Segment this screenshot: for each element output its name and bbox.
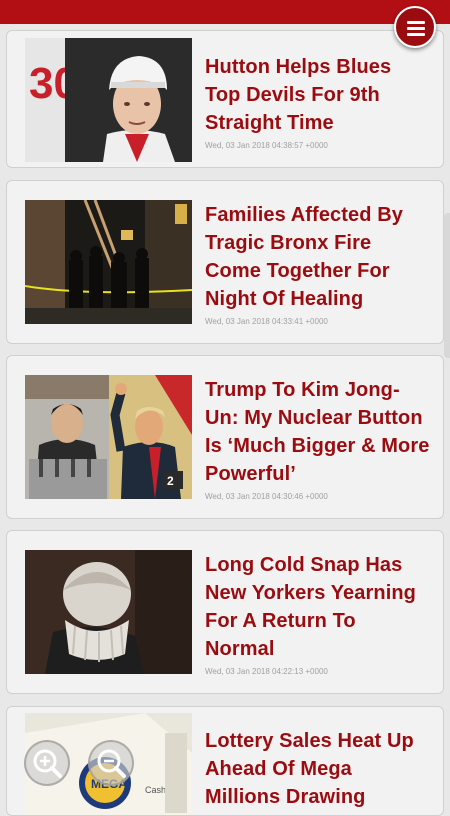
article-timestamp: Wed, 03 Jan 2018 04:22:13 +0000 — [205, 667, 328, 676]
article-title[interactable]: Long Cold Snap Has New Yorkers Yearning … — [205, 551, 430, 663]
article-timestamp: Wed, 03 Jan 2018 04:30:46 +0000 — [205, 492, 328, 501]
article-title[interactable]: Hutton Helps Blues Top Devils For 9th St… — [205, 53, 430, 137]
article-card[interactable]: Long Cold Snap Has New Yorkers Yearning … — [6, 530, 444, 694]
article-thumbnail-cold-snap[interactable] — [25, 550, 192, 674]
news-feed[interactable]: 30 Hutton Helps Blues Top Devils For 9th… — [0, 0, 450, 816]
article-thumbnail-kim-trump[interactable]: 2 — [25, 375, 192, 499]
article-thumbnail-bronx-fire[interactable] — [25, 200, 192, 324]
article-card[interactable]: 30 Hutton Helps Blues Top Devils For 9th… — [6, 30, 444, 168]
svg-text:2: 2 — [167, 474, 174, 488]
zoom-out-icon[interactable] — [88, 740, 134, 786]
hamburger-menu-icon[interactable] — [394, 6, 436, 48]
zoom-in-icon[interactable] — [24, 740, 70, 786]
article-card[interactable]: 2 Trump To Kim Jong-Un: My Nuclear Butto… — [6, 355, 444, 519]
article-card[interactable]: Families Affected By Tragic Bronx Fire C… — [6, 180, 444, 344]
article-title[interactable]: Trump To Kim Jong-Un: My Nuclear Button … — [205, 376, 430, 488]
side-drawer-handle[interactable] — [444, 213, 450, 358]
article-title[interactable]: Lottery Sales Heat Up Ahead Of Mega Mill… — [205, 727, 430, 811]
article-timestamp: Wed, 03 Jan 2018 04:38:57 +0000 — [205, 141, 328, 150]
article-timestamp: Wed, 03 Jan 2018 04:33:41 +0000 — [205, 317, 328, 326]
article-thumbnail-hockey[interactable]: 30 — [25, 38, 192, 162]
article-title[interactable]: Families Affected By Tragic Bronx Fire C… — [205, 201, 430, 313]
